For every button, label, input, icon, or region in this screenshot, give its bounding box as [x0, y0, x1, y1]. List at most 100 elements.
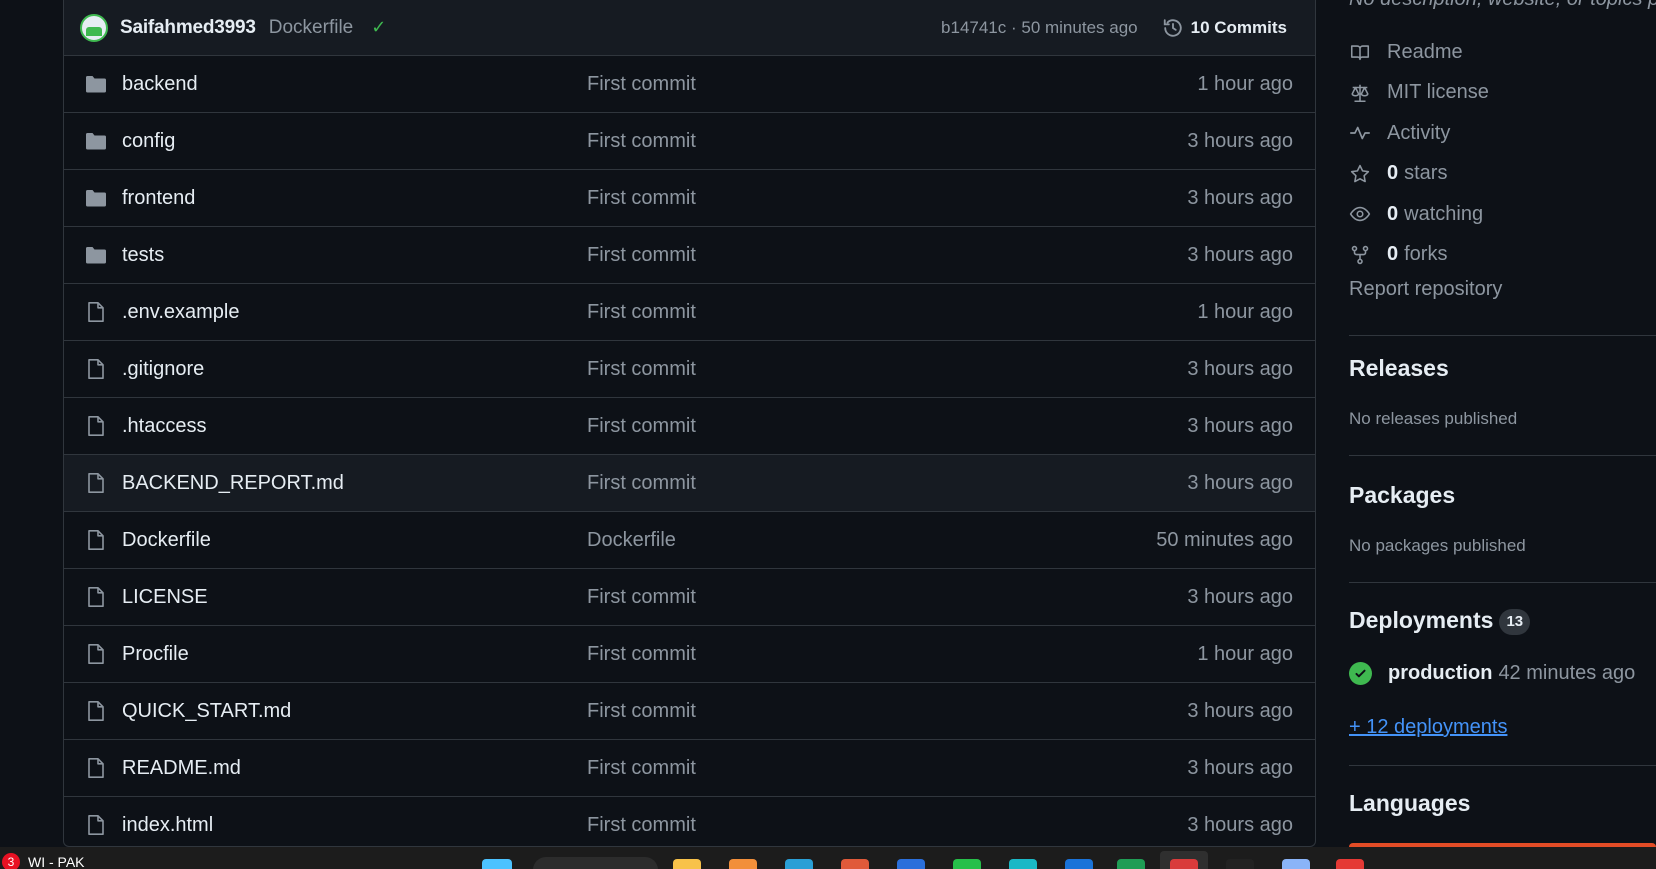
file-icon — [88, 473, 104, 493]
file-icon — [88, 644, 104, 664]
file-row[interactable]: tests First commit 3 hours ago — [64, 227, 1315, 284]
more-deployments-link[interactable]: + 12 deployments — [1349, 716, 1507, 739]
weather-widget[interactable]: WI - PAK — [28, 854, 85, 869]
about-label: watching — [1404, 202, 1484, 225]
commit-author-link[interactable]: Saifahmed3993 — [120, 17, 256, 39]
file-row[interactable]: config First commit 3 hours ago — [64, 113, 1315, 170]
file-name-link[interactable]: config — [122, 130, 587, 153]
file-name-link[interactable]: LICENSE — [122, 586, 587, 609]
file-name-link[interactable]: Dockerfile — [122, 529, 587, 552]
releases-empty-text: No releases published — [1349, 409, 1518, 428]
app-icon[interactable] — [897, 859, 925, 869]
file-row[interactable]: Procfile First commit 1 hour ago — [64, 626, 1315, 683]
file-row[interactable]: Dockerfile Dockerfile 50 minutes ago — [64, 512, 1315, 569]
commit-message-link[interactable]: First commit — [587, 757, 1187, 780]
file-row[interactable]: BACKEND_REPORT.md First commit 3 hours ago — [64, 455, 1315, 512]
commit-time: 3 hours ago — [1187, 129, 1293, 152]
commit-time: 1 hour ago — [1197, 72, 1293, 95]
app-icon[interactable] — [1336, 859, 1364, 869]
releases-heading[interactable]: Releases — [1349, 355, 1449, 382]
avatar[interactable] — [80, 13, 108, 42]
file-explorer-icon[interactable] — [673, 859, 701, 869]
commit-message-link[interactable]: First commit — [587, 643, 1197, 666]
file-name-link[interactable]: README.md — [122, 757, 587, 780]
report-repository-link[interactable]: Report repository — [1349, 278, 1502, 301]
commit-message-link[interactable]: First commit — [587, 415, 1187, 438]
app-icon[interactable] — [729, 859, 757, 869]
about-count: 0 — [1387, 162, 1399, 185]
file-name-link[interactable]: .env.example — [122, 301, 587, 324]
folder-icon — [86, 133, 106, 150]
file-name-link[interactable]: BACKEND_REPORT.md — [122, 472, 587, 495]
file-name-link[interactable]: .htaccess — [122, 415, 587, 438]
file-name-link[interactable]: frontend — [122, 187, 587, 210]
commit-message-link[interactable]: Dockerfile — [587, 529, 1156, 552]
windows-start-icon[interactable] — [482, 859, 512, 869]
about-item[interactable]: Readme — [1349, 32, 1489, 73]
about-item[interactable]: MIT license — [1349, 73, 1489, 114]
folder-icon — [86, 190, 106, 207]
file-name-link[interactable]: .gitignore — [122, 358, 587, 381]
app-icon[interactable] — [1226, 859, 1254, 869]
commit-message-link[interactable]: First commit — [587, 73, 1197, 96]
commits-link[interactable]: 10 Commits — [1162, 17, 1287, 39]
app-icon[interactable] — [953, 859, 981, 869]
about-item[interactable]: 0 watching — [1349, 194, 1489, 235]
file-table: Saifahmed3993 Dockerfile ✓ b14741c · 50 … — [63, 0, 1316, 847]
repo-sidebar: No description, website, or topics provi… — [1349, 0, 1656, 851]
packages-heading[interactable]: Packages — [1349, 482, 1455, 509]
file-row[interactable]: QUICK_START.md First commit 3 hours ago — [64, 683, 1315, 740]
about-item[interactable]: 0 stars — [1349, 154, 1489, 195]
commit-message-link[interactable]: First commit — [587, 301, 1197, 324]
file-row[interactable]: backend First commit 1 hour ago — [64, 56, 1315, 113]
commit-message-link[interactable]: Dockerfile — [269, 17, 353, 39]
file-row[interactable]: .htaccess First commit 3 hours ago — [64, 398, 1315, 455]
file-name-link[interactable]: tests — [122, 244, 587, 267]
file-row[interactable]: index.html First commit 3 hours ago — [64, 797, 1315, 846]
commit-message-link[interactable]: First commit — [587, 472, 1187, 495]
file-list: backend First commit 1 hour ago config First… — [64, 56, 1315, 846]
app-icon[interactable] — [1065, 859, 1093, 869]
file-row[interactable]: README.md First commit 3 hours ago — [64, 740, 1315, 797]
github-repo-page: Saifahmed3993 Dockerfile ✓ b14741c · 50 … — [0, 0, 1656, 869]
browser-icon[interactable] — [1170, 859, 1198, 869]
commit-time: 3 hours ago — [1187, 414, 1293, 437]
file-row[interactable]: .env.example First commit 1 hour ago — [64, 284, 1315, 341]
app-icon[interactable] — [1282, 859, 1310, 869]
commit-time: 3 hours ago — [1187, 471, 1293, 494]
commit-message-link[interactable]: First commit — [587, 586, 1187, 609]
file-row[interactable]: .gitignore First commit 3 hours ago — [64, 341, 1315, 398]
book-icon — [1350, 45, 1370, 61]
divider — [1349, 455, 1656, 456]
commit-message-link[interactable]: First commit — [587, 700, 1187, 723]
file-name-link[interactable]: index.html — [122, 814, 587, 837]
taskbar-search[interactable] — [533, 857, 658, 869]
app-icon[interactable] — [841, 859, 869, 869]
deployments-heading[interactable]: Deployments 13 — [1349, 607, 1531, 635]
about-item[interactable]: 0 forks — [1349, 235, 1489, 276]
file-name-link[interactable]: QUICK_START.md — [122, 700, 587, 723]
deployment-env-name[interactable]: production — [1388, 662, 1492, 685]
commit-time: 3 hours ago — [1187, 756, 1293, 779]
file-row[interactable]: LICENSE First commit 3 hours ago — [64, 569, 1315, 626]
file-name-link[interactable]: backend — [122, 73, 587, 96]
app-icon[interactable] — [785, 859, 813, 869]
deployment-production[interactable]: production 42 minutes ago — [1349, 662, 1635, 685]
about-list: Readme MIT license Activity 0 stars 0 watching… — [1349, 32, 1489, 275]
check-icon[interactable]: ✓ — [371, 17, 386, 38]
app-icon[interactable] — [1117, 859, 1145, 869]
about-count: 0 — [1387, 243, 1399, 266]
commits-label: 10 Commits — [1190, 17, 1287, 37]
commit-message-link[interactable]: First commit — [587, 130, 1187, 153]
pulse-icon — [1350, 126, 1370, 140]
file-row[interactable]: frontend First commit 3 hours ago — [64, 170, 1315, 227]
commit-message-link[interactable]: First commit — [587, 244, 1187, 267]
about-item[interactable]: Activity — [1349, 113, 1489, 154]
commit-hash-time[interactable]: b14741c · 50 minutes ago — [941, 18, 1138, 38]
commit-message-link[interactable]: First commit — [587, 814, 1187, 837]
app-icon[interactable] — [1009, 859, 1037, 869]
file-name-link[interactable]: Procfile — [122, 643, 587, 666]
commit-message-link[interactable]: First commit — [587, 187, 1187, 210]
commit-message-link[interactable]: First commit — [587, 358, 1187, 381]
deployments-title: Deployments — [1349, 607, 1494, 633]
